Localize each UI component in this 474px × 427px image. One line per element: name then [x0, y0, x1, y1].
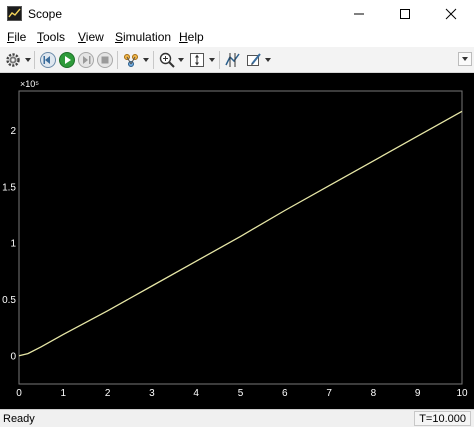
style-icon	[247, 53, 261, 66]
axes	[18, 90, 463, 385]
x-tick-label: 4	[193, 388, 199, 399]
plot-frame	[18, 90, 463, 385]
maximize-button[interactable]	[382, 0, 428, 27]
x-tick-label: 7	[326, 388, 332, 399]
highlight-button[interactable]	[122, 51, 140, 69]
menu-help-rest: elp	[187, 30, 204, 44]
y-tick-label: 0.5	[2, 295, 16, 306]
autoscale-dropdown-arrow[interactable]	[209, 58, 215, 62]
highlight-dropdown-arrow[interactable]	[143, 58, 149, 62]
scope-plot[interactable]: 0 1 2 3 4 5 6 7 8 9 10 0 0.5 1 1.5 2 ×10⁵	[0, 73, 474, 409]
x-tick-label: 3	[149, 388, 155, 399]
zoom-dropdown-arrow[interactable]	[178, 58, 184, 62]
y-exponent-label: ×10⁵	[20, 79, 39, 89]
x-tick-label: 0	[16, 388, 22, 399]
menu-tools-rest: ools	[43, 30, 66, 44]
menu-simulation-key: S	[115, 30, 124, 44]
stop-button[interactable]	[96, 51, 114, 69]
menu-help[interactable]: Help	[179, 30, 204, 44]
toolbar-separator	[219, 51, 220, 69]
menu-tools[interactable]: Tools	[37, 30, 65, 44]
minimize-button[interactable]	[336, 0, 382, 27]
settings-dropdown-arrow[interactable]	[25, 58, 31, 62]
settings-button[interactable]	[4, 51, 22, 69]
y-tick-label: 0	[10, 351, 16, 362]
x-tick-label: 8	[371, 388, 377, 399]
step-forward-button[interactable]	[77, 51, 95, 69]
stop-icon	[97, 52, 113, 68]
toolbar	[0, 47, 474, 73]
x-tick-label: 9	[415, 388, 421, 399]
step-back-icon	[40, 52, 56, 68]
autoscale-icon	[190, 53, 204, 67]
step-forward-icon	[78, 52, 94, 68]
menu-file-rest: ile	[14, 30, 27, 44]
toolbar-overflow-dropdown[interactable]	[458, 52, 472, 66]
toolbar-separator	[117, 51, 118, 69]
cursor-measurements-button[interactable]	[224, 51, 242, 69]
autoscale-button[interactable]	[188, 51, 206, 69]
maximize-icon	[400, 9, 410, 19]
x-tick-label: 6	[282, 388, 288, 399]
step-back-button[interactable]	[39, 51, 57, 69]
menu-view-rest: iew	[85, 30, 104, 44]
close-button[interactable]	[428, 0, 474, 27]
window-title: Scope	[28, 7, 63, 21]
title-bar: Scope	[0, 0, 474, 27]
highlight-icon	[124, 54, 138, 67]
toolbar-separator	[153, 51, 154, 69]
y-tick-label: 2	[10, 126, 16, 137]
simulation-time: T=10.000	[414, 411, 471, 426]
style-dropdown-arrow[interactable]	[265, 58, 271, 62]
menu-simulation-rest: imulation	[123, 30, 172, 44]
x-tick-label: 10	[456, 388, 468, 399]
run-icon	[59, 52, 75, 68]
scope-app-icon	[7, 6, 22, 21]
x-tick-label: 2	[105, 388, 111, 399]
menu-file[interactable]: File	[7, 30, 26, 44]
menu-simulation[interactable]: Simulation	[115, 30, 171, 44]
zoom-in-button[interactable]	[158, 51, 176, 69]
menu-bar: File Tools View Simulation Help	[0, 27, 474, 47]
run-button[interactable]	[58, 51, 76, 69]
y-tick-label: 1.5	[2, 182, 16, 193]
cursor-measurements-icon	[225, 53, 240, 67]
settings-icon	[6, 53, 20, 67]
style-button[interactable]	[245, 51, 263, 69]
minimize-icon	[354, 13, 364, 15]
toolbar-separator	[34, 51, 35, 69]
x-tick-label: 5	[238, 388, 244, 399]
y-tick-label: 1	[10, 239, 16, 250]
zoom-in-icon	[159, 52, 175, 68]
menu-view-key: V	[78, 30, 86, 44]
menu-view[interactable]: View	[78, 30, 104, 44]
close-icon	[445, 8, 457, 20]
status-text: Ready	[3, 413, 35, 425]
x-tick-label: 1	[61, 388, 67, 399]
status-bar: Ready T=10.000	[0, 409, 474, 427]
scope-plot-area[interactable]: 0 1 2 3 4 5 6 7 8 9 10 0 0.5 1 1.5 2 ×10⁵	[0, 73, 474, 409]
menu-help-key: H	[179, 30, 188, 44]
